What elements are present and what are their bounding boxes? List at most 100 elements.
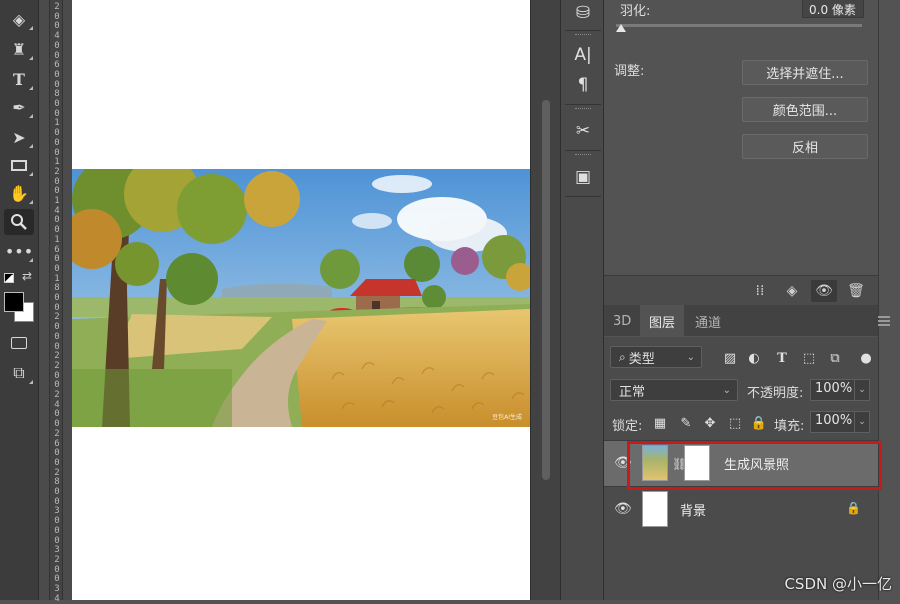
layer-filter-select[interactable]: ⌕ 类型 ⌄	[610, 346, 702, 368]
ruler-digit: 0	[54, 525, 60, 536]
highlight-box	[627, 441, 882, 490]
ruler-digit: 0	[54, 263, 60, 274]
paint-bucket-icon[interactable]: ♜	[4, 36, 34, 62]
layer-name[interactable]: 背景	[680, 500, 706, 519]
ruler-digit: 2	[54, 312, 60, 323]
visibility-eye-icon[interactable]: 👁	[811, 280, 837, 302]
ruler-digit: 0	[54, 419, 60, 430]
delete-icon[interactable]: 🗑	[843, 280, 869, 302]
feather-slider-knob[interactable]	[616, 24, 626, 32]
ruler-digit: 2	[54, 360, 60, 371]
lock-image-icon[interactable]: ✎	[677, 414, 695, 432]
ruler-digit: 0	[54, 21, 60, 32]
ruler-digit: 2	[54, 351, 60, 362]
tab-3d[interactable]: 3D	[604, 305, 640, 337]
ruler-digit: 0	[54, 535, 60, 546]
ruler-digit: 0	[54, 69, 60, 80]
filter-type-icon[interactable]: T	[773, 349, 791, 367]
ruler-digit: 0	[54, 380, 60, 391]
ruler-digit: 0	[54, 225, 60, 236]
pen-tool-icon[interactable]: ✒	[4, 94, 34, 120]
properties-footer: ⁞⁞ ◈ 👁 🗑	[604, 275, 878, 305]
visibility-eye-icon[interactable]: 👁	[614, 501, 632, 517]
ruler-digit: 0	[54, 40, 60, 51]
filter-adjustment-icon[interactable]: ◐	[745, 349, 763, 367]
ruler-digit: 0	[54, 409, 60, 420]
zoom-tool-icon[interactable]	[4, 209, 34, 235]
tab-layers[interactable]: 图层	[640, 305, 685, 337]
ruler-digit: 1	[54, 118, 60, 129]
lock-transparent-icon[interactable]: ▦	[651, 414, 669, 432]
swap-colors-icon[interactable]: ⇄	[22, 269, 32, 283]
ruler-digit: 0	[54, 215, 60, 226]
lock-all-icon[interactable]: 🔒	[750, 414, 768, 432]
filter-shape-icon[interactable]: ⬚	[800, 349, 818, 367]
ruler-digit: 0	[54, 108, 60, 119]
quick-mask-icon[interactable]	[4, 330, 34, 356]
document-canvas[interactable]: 豆包AI生成	[72, 0, 530, 600]
paragraph-icon[interactable]: ¶	[569, 72, 597, 98]
layer-thumbnail	[642, 491, 668, 527]
ruler-digit: 1	[54, 273, 60, 284]
ruler-digit: 0	[54, 322, 60, 333]
layer-comps-icon[interactable]: ▣	[569, 164, 597, 190]
opacity-label: 不透明度:	[747, 386, 804, 401]
ruler-digit: 4	[54, 593, 60, 604]
collapsed-panels-strip: ⛁ A| ¶ ✂ ▣	[560, 0, 604, 600]
stamp-icon[interactable]: ⛁	[569, 0, 597, 26]
lock-artboard-icon[interactable]: ⬚	[726, 414, 744, 432]
ruler-digit: 0	[54, 254, 60, 265]
ruler-digit: 0	[54, 341, 60, 352]
ruler-digit: 0	[54, 128, 60, 139]
image-watermark: 豆包AI生成	[492, 414, 522, 421]
foreground-color-swatch[interactable]	[4, 292, 24, 312]
filter-toggle-icon[interactable]: ●	[857, 349, 875, 367]
default-colors-icon[interactable]	[4, 273, 14, 283]
type-tool-icon[interactable]: T	[4, 66, 34, 92]
ruler-digit: 0	[54, 516, 60, 527]
layer-row-background[interactable]: 👁 背景 🔒	[604, 486, 878, 532]
ruler-digit: 0	[54, 293, 60, 303]
feather-input[interactable]: 0.0 像素	[802, 0, 864, 18]
feather-slider[interactable]	[616, 24, 862, 27]
fill-dropdown-icon[interactable]: ⌄	[854, 411, 870, 433]
ruler-digit: 3	[54, 584, 60, 594]
filter-pixel-icon[interactable]: ▨	[721, 349, 739, 367]
ruler-digit: 0	[54, 370, 60, 381]
more-tools-icon[interactable]: •••	[4, 238, 34, 264]
ruler-digit: 2	[54, 428, 60, 439]
invert-button[interactable]: 反相	[742, 134, 868, 159]
lock-label: 锁定:	[612, 419, 643, 434]
load-selection-icon[interactable]: ⁞⁞	[747, 280, 773, 302]
adjust-label: 调整:	[614, 64, 645, 79]
feather-label: 羽化:	[620, 4, 651, 19]
ruler-digit: 2	[54, 390, 60, 400]
lock-position-icon[interactable]: ✥	[701, 414, 719, 432]
rectangle-tool-icon[interactable]	[4, 152, 34, 178]
apply-mask-icon[interactable]: ◈	[779, 280, 805, 302]
ruler-digit: 0	[54, 448, 60, 459]
ruler-digit: 2	[54, 2, 60, 12]
ruler-digit: 0	[54, 302, 60, 313]
blend-mode-select[interactable]: 正常 ⌄	[610, 379, 738, 401]
color-range-button[interactable]: 颜色范围...	[742, 97, 868, 122]
canvas-scrollbar[interactable]	[530, 0, 560, 600]
screen-mode-icon[interactable]: ⧉	[4, 360, 34, 386]
character-icon[interactable]: A|	[569, 42, 597, 68]
ruler-digit: 3	[54, 506, 60, 517]
opacity-dropdown-icon[interactable]: ⌄	[854, 379, 870, 401]
panel-menu-icon[interactable]	[878, 316, 890, 326]
ruler-digit: 0	[54, 487, 60, 497]
tab-channels[interactable]: 通道	[686, 305, 730, 337]
select-and-mask-button[interactable]: 选择并遮住...	[742, 60, 868, 85]
scrollbar-thumb[interactable]	[542, 100, 550, 480]
tools-preset-icon[interactable]: ✂	[569, 118, 597, 144]
ruler-digit: 4	[54, 31, 60, 42]
eraser-icon[interactable]: ◈	[4, 6, 34, 32]
ruler-digit: 4	[54, 205, 60, 216]
properties-panel: 羽化: 0.0 像素 调整: 选择并遮住... 颜色范围... 反相	[604, 0, 900, 275]
ruler-digit: 0	[54, 11, 60, 22]
filter-smart-object-icon[interactable]: ⧉	[826, 349, 844, 367]
path-selection-icon[interactable]: ➤	[4, 124, 34, 150]
hand-tool-icon[interactable]: ✋	[4, 180, 34, 206]
